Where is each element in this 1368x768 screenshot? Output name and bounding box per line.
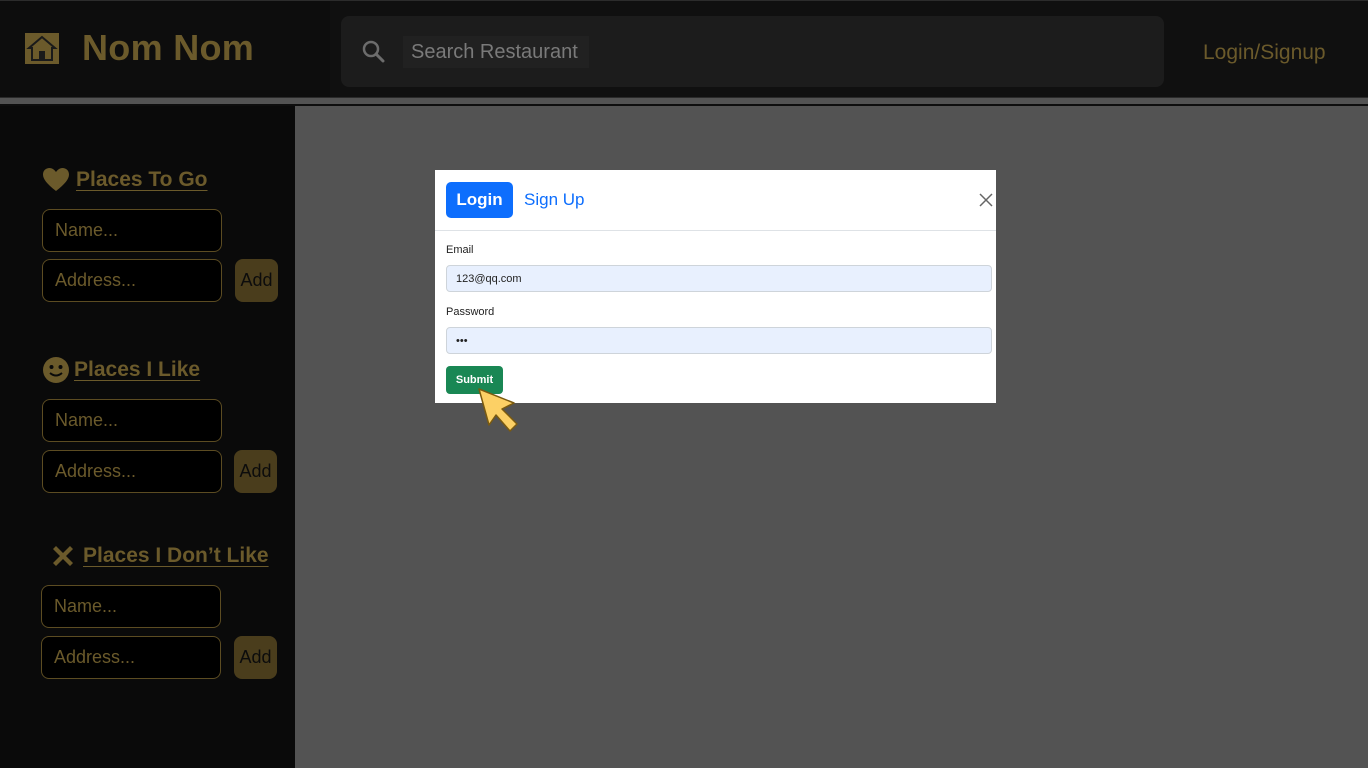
places-to-go-name-input[interactable] bbox=[42, 209, 222, 252]
places-i-like-add-button[interactable]: Add bbox=[234, 450, 277, 493]
search-input[interactable] bbox=[403, 36, 589, 68]
places-i-like-title: Places I Like bbox=[74, 358, 201, 381]
places-to-go-title: Places To Go bbox=[76, 168, 208, 191]
smiley-icon bbox=[43, 357, 69, 383]
places-i-dont-like-name-input[interactable] bbox=[41, 585, 221, 628]
cross-icon bbox=[53, 546, 73, 566]
brand-title[interactable]: Nom Nom bbox=[82, 27, 254, 69]
top-navbar: Nom Nom Login/Signup bbox=[0, 0, 1368, 98]
places-i-like-header: Places I Like bbox=[42, 356, 200, 384]
modal-header: Login Sign Up bbox=[435, 170, 996, 231]
places-i-dont-like-add-button[interactable]: Add bbox=[234, 636, 277, 679]
submit-button[interactable]: Submit bbox=[446, 366, 503, 394]
places-i-dont-like-address-input[interactable] bbox=[41, 636, 221, 679]
places-i-like-address-input[interactable] bbox=[42, 450, 222, 493]
login-modal: Login Sign Up Email Password Submit bbox=[435, 170, 996, 403]
places-to-go-header: Places To Go bbox=[42, 166, 208, 194]
email-field[interactable] bbox=[446, 265, 992, 292]
login-signup-link[interactable]: Login/Signup bbox=[1203, 41, 1326, 65]
search-icon[interactable] bbox=[361, 39, 385, 63]
places-i-dont-like-title: Places I Don’t Like bbox=[83, 544, 269, 567]
search-bar bbox=[341, 16, 1164, 87]
email-label: Email bbox=[446, 244, 474, 256]
places-i-dont-like-header: Places I Don’t Like bbox=[49, 542, 269, 570]
home-icon[interactable] bbox=[24, 32, 60, 65]
sidebar: Places To Go Add Places I Like Add Place… bbox=[0, 106, 295, 768]
close-icon[interactable] bbox=[978, 192, 994, 208]
places-to-go-address-input[interactable] bbox=[42, 259, 222, 302]
tab-signup[interactable]: Sign Up bbox=[524, 190, 584, 210]
places-to-go-add-button[interactable]: Add bbox=[235, 259, 278, 302]
tab-login[interactable]: Login bbox=[446, 182, 513, 218]
places-i-like-name-input[interactable] bbox=[42, 399, 222, 442]
password-label: Password bbox=[446, 306, 495, 318]
heart-icon bbox=[43, 168, 69, 191]
password-field[interactable] bbox=[446, 327, 992, 354]
